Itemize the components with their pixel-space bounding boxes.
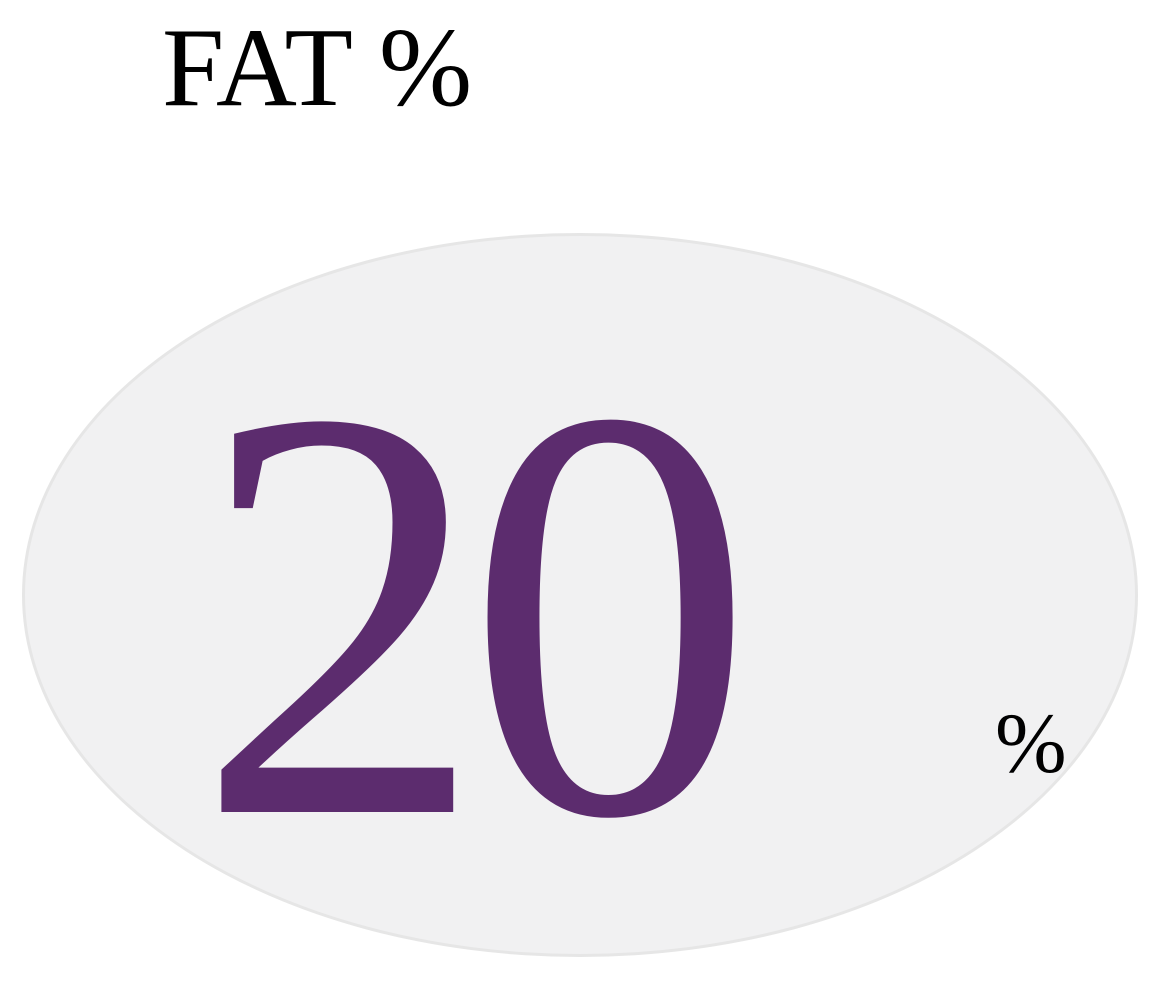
fat-value: 20 — [196, 286, 755, 940]
unit-label: % — [995, 695, 1067, 791]
fat-percentage-graphic: FAT % 20 % — [0, 0, 1150, 1000]
title-label: FAT % — [162, 6, 473, 130]
